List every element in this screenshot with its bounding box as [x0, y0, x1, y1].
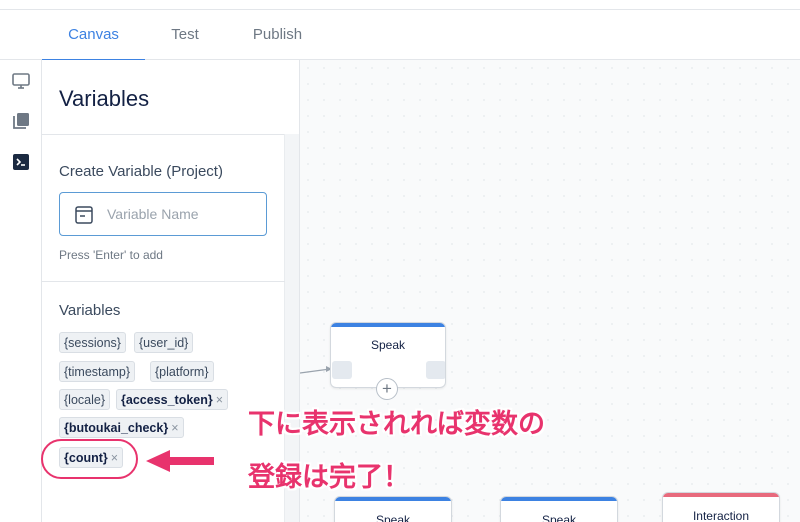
create-variable-title: Create Variable (Project)	[59, 163, 223, 180]
block-color-bar	[501, 497, 617, 501]
variable-chip: {platform}	[150, 361, 214, 382]
variable-chip: {butoukai_check} ×	[59, 417, 184, 438]
variable-chip: {locale}	[59, 389, 111, 410]
tab-bar: Canvas Test Publish	[0, 10, 800, 61]
variable-name-input[interactable]: Variable Name	[59, 192, 267, 236]
block-color-bar	[331, 323, 445, 327]
block-color-bar	[663, 493, 779, 497]
divider	[42, 281, 285, 282]
panel-title: Variables	[59, 86, 150, 111]
variables-title: Variables	[59, 302, 121, 319]
speak-block[interactable]: Speak	[334, 496, 452, 522]
terminal-icon[interactable]	[11, 152, 31, 172]
block-label: Speak	[370, 338, 406, 352]
remove-variable-icon[interactable]: ×	[171, 421, 178, 435]
input-port[interactable]	[332, 361, 352, 379]
terminal-icon	[75, 206, 93, 224]
block-label: Speak	[541, 513, 577, 522]
variable-chip: {access_token} ×	[116, 389, 229, 410]
block-color-bar	[335, 497, 451, 501]
tab-canvas[interactable]: Canvas	[42, 10, 145, 61]
tab-publish[interactable]: Publish	[225, 10, 330, 60]
monitor-icon[interactable]	[11, 71, 31, 91]
annotation-line-2: 登録は完了！	[248, 462, 410, 493]
block-label: Interaction	[692, 509, 750, 522]
arrow-icon	[146, 450, 214, 472]
speak-block[interactable]: Speak	[500, 496, 618, 522]
output-port[interactable]	[426, 361, 445, 379]
variable-chip: {user_id}	[134, 332, 194, 353]
remove-variable-icon[interactable]: ×	[216, 393, 223, 407]
block-label: Speak	[375, 513, 411, 522]
enter-hint: Press 'Enter' to add	[59, 248, 163, 262]
variable-chip: {timestamp}	[59, 361, 136, 382]
variable-name-placeholder: Variable Name	[107, 206, 199, 222]
tab-test[interactable]: Test	[145, 10, 225, 60]
variable-chip: {sessions}	[59, 332, 126, 353]
annotation-line-1: 下に表示されれば変数の	[248, 409, 545, 440]
divider	[42, 134, 285, 135]
top-bar	[0, 0, 800, 10]
flow-canvas[interactable]: Speak + Speak Speak Interaction	[300, 60, 800, 522]
interaction-block[interactable]: Interaction	[662, 492, 780, 522]
highlight-ellipse	[41, 439, 138, 479]
add-step-icon[interactable]: +	[376, 378, 398, 400]
library-icon[interactable]	[11, 111, 31, 131]
side-rail	[0, 60, 42, 522]
